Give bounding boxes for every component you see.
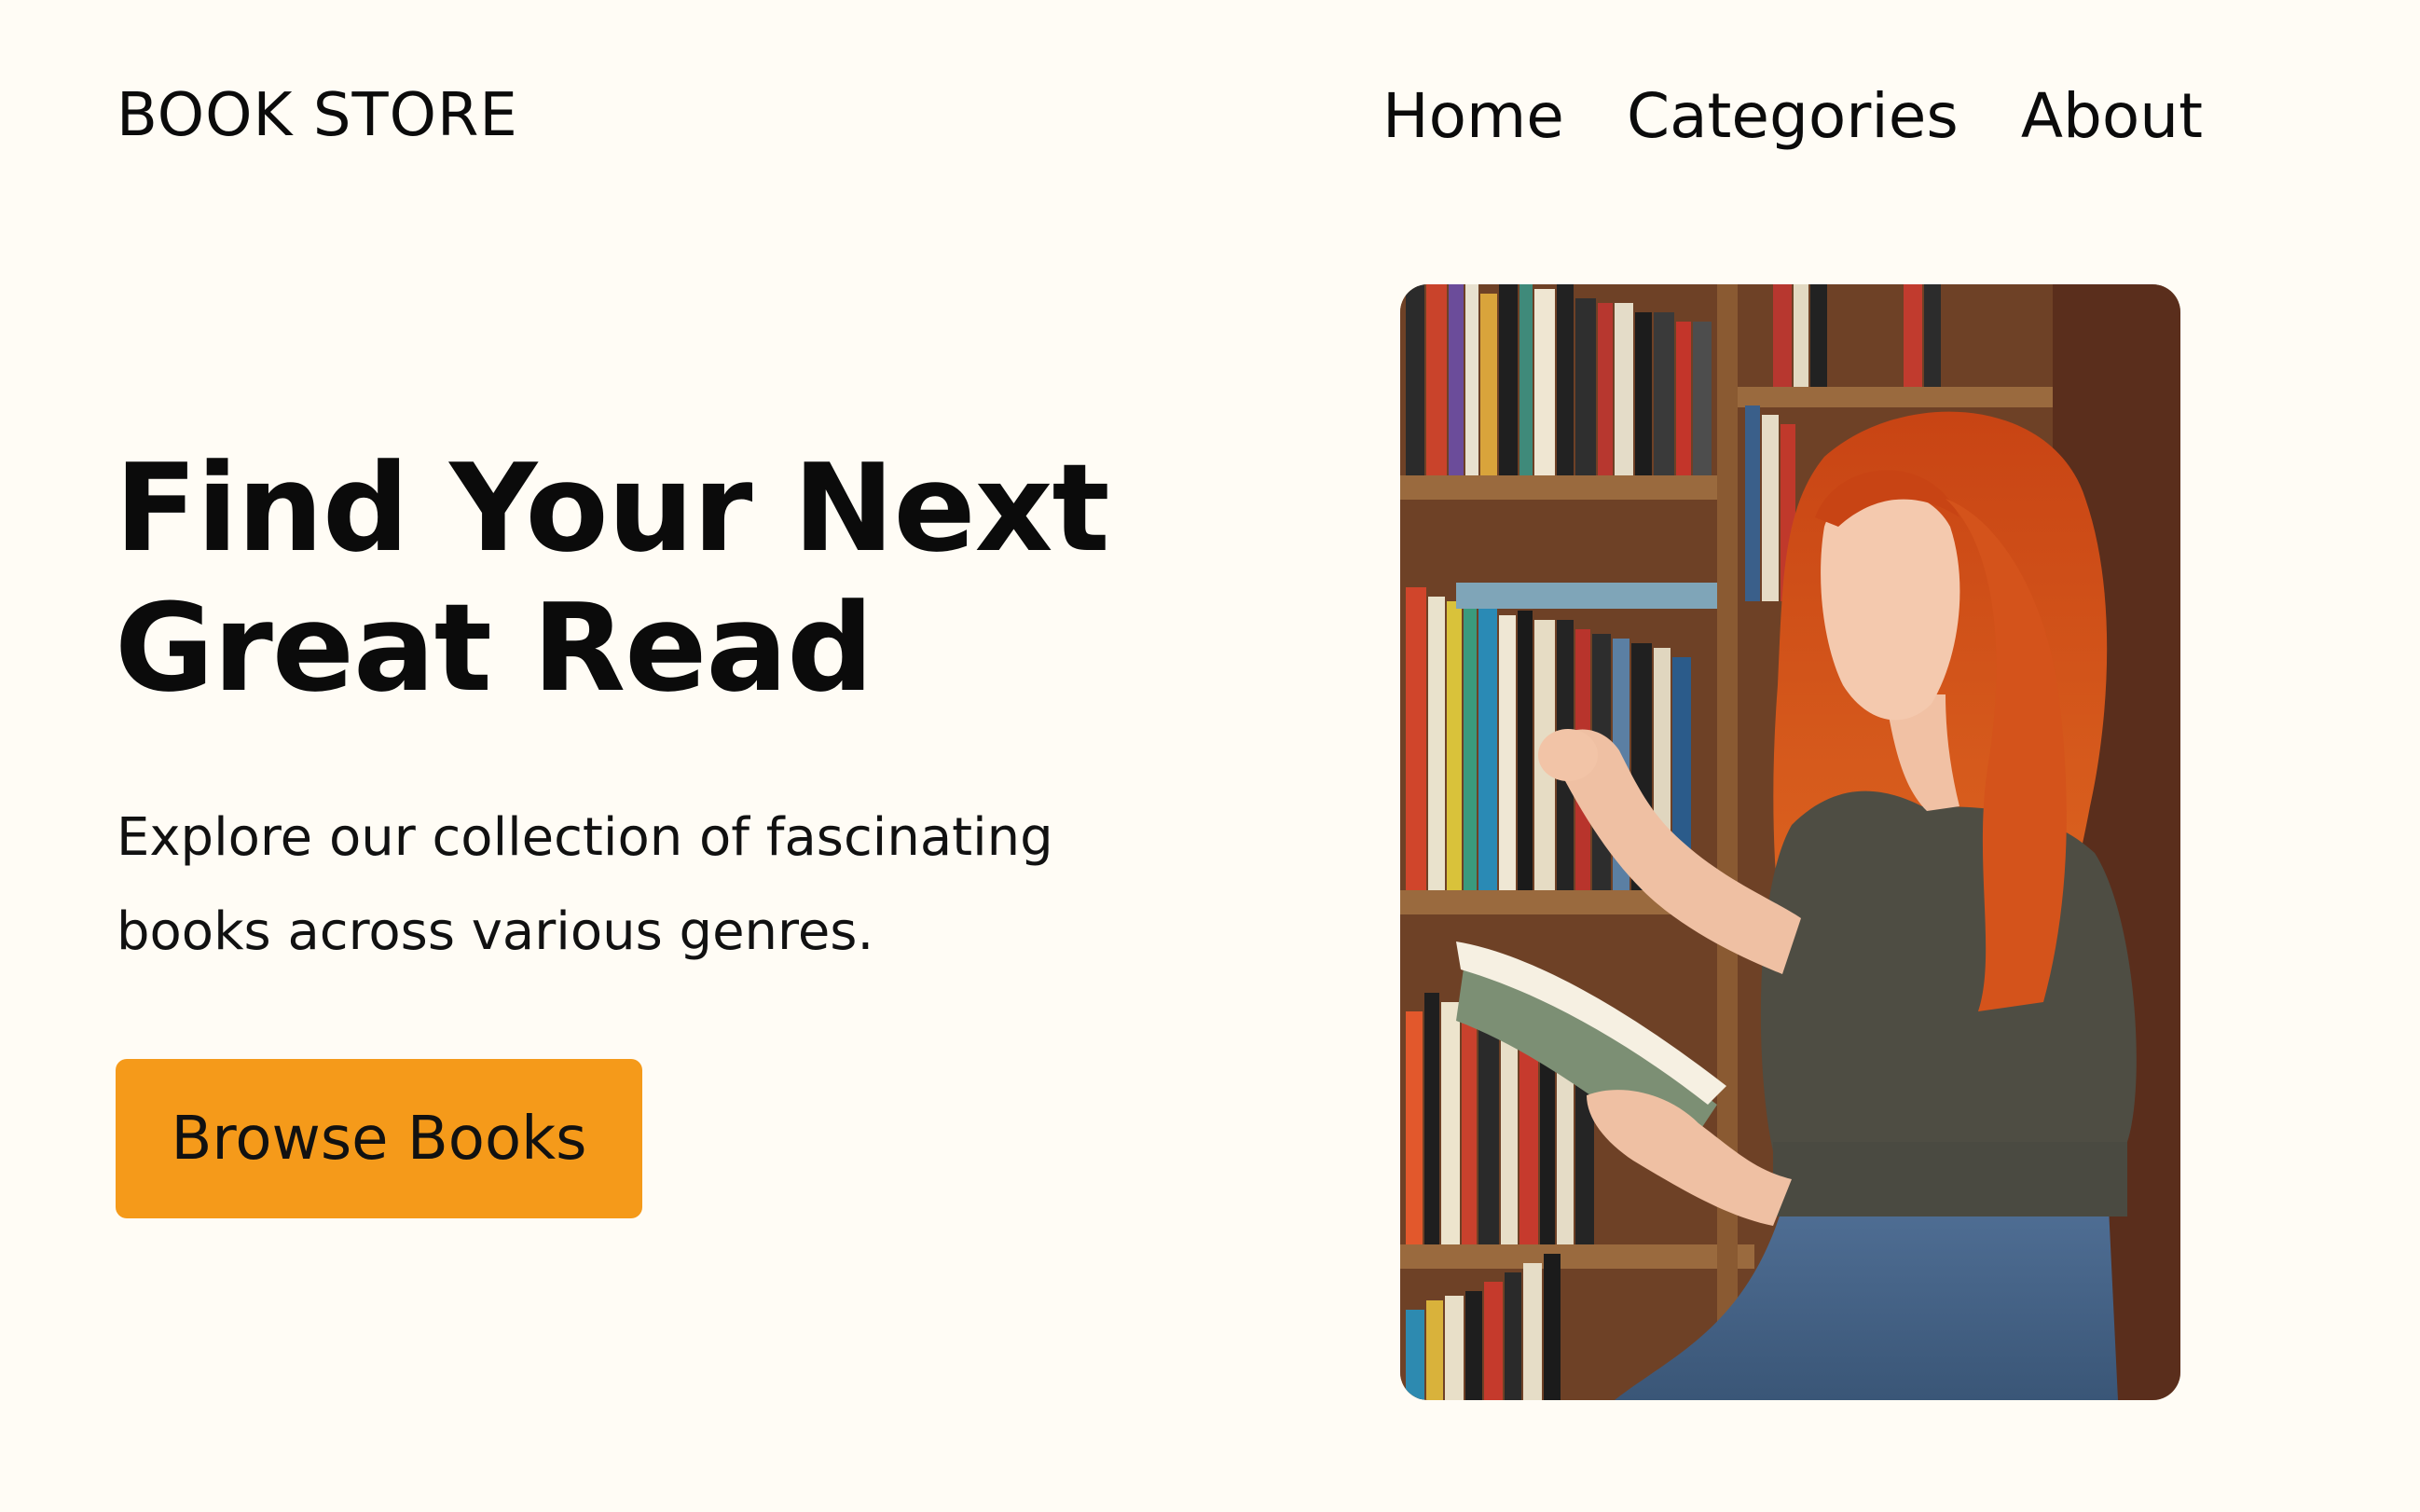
hero-title: Find Your Next Great Read bbox=[115, 437, 1110, 719]
hero-title-line-1: Find Your Next bbox=[115, 437, 1110, 579]
nav-categories-link[interactable]: Categories bbox=[1627, 86, 1959, 147]
browse-books-button[interactable]: Browse Books bbox=[116, 1059, 642, 1218]
site-logo[interactable]: BOOK STORE bbox=[117, 86, 518, 145]
main-nav: Home Categories About bbox=[1382, 86, 2203, 147]
hero-image-illustration bbox=[1400, 284, 2180, 1400]
nav-home-link[interactable]: Home bbox=[1382, 86, 1564, 147]
hero-title-line-2: Great Read bbox=[115, 577, 873, 719]
hero-description: Explore our collection of fascinating bo… bbox=[117, 807, 1053, 962]
hero-image bbox=[1400, 284, 2180, 1400]
nav-about-link[interactable]: About bbox=[2021, 86, 2203, 147]
